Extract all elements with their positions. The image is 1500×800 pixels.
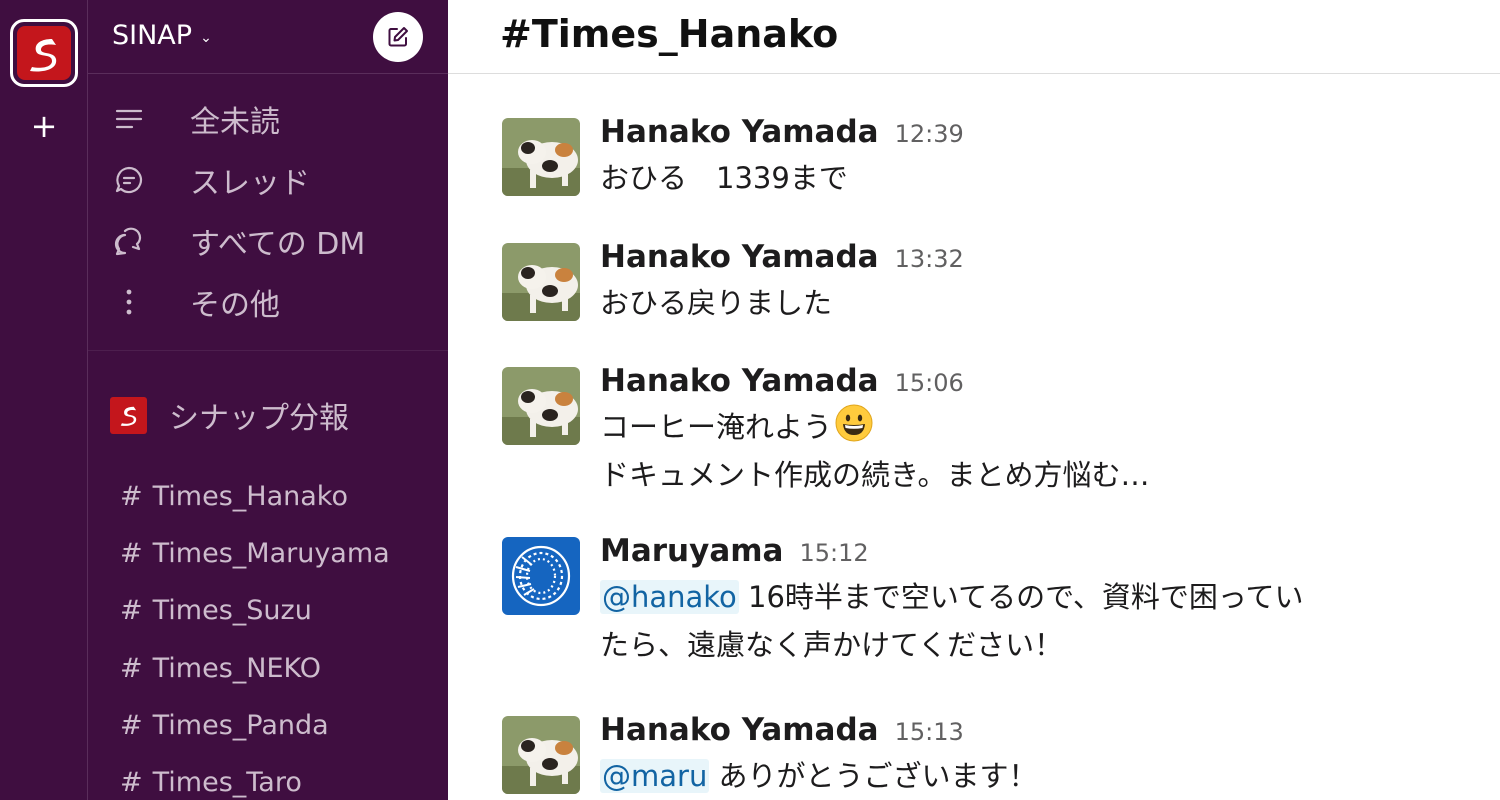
channel-name: Times_Hanako <box>152 481 348 513</box>
sidebar-header: SINAP ⌄ <box>88 0 448 74</box>
compose-icon <box>388 27 408 47</box>
channel-item[interactable]: # Times_NEKO <box>88 640 448 697</box>
message-body: Hanako Yamada 12:39 おひる 1339まで <box>600 114 1460 202</box>
message-body: Hanako Yamada 13:32 おひる戻りました <box>600 239 1460 327</box>
message-author[interactable]: Hanako Yamada <box>600 712 879 748</box>
message-author[interactable]: Hanako Yamada <box>600 363 879 399</box>
message-line: コーヒー淹れよう <box>600 410 833 444</box>
hash-icon: # <box>120 538 143 570</box>
message-text: コーヒー淹れよう <box>600 403 1460 451</box>
cat-photo-avatar[interactable] <box>502 716 580 794</box>
message-text: ドキュメント作成の続き。まとめ方悩む… <box>600 458 1150 492</box>
sidebar: SINAP ⌄ 全未読 スレッド すべての DM その他 シナップ分報 # Ti… <box>88 0 448 800</box>
message-timestamp[interactable]: 12:39 <box>895 120 964 148</box>
hash-icon: # <box>120 481 143 513</box>
workspace-switcher-button[interactable] <box>10 19 78 87</box>
message-text: おひる 1339まで <box>600 161 848 195</box>
chevron-down-icon: ⌄ <box>200 29 212 46</box>
message-line: 16時半まで空いてるので、資料で困ってい <box>748 580 1304 614</box>
message-author[interactable]: Hanako Yamada <box>600 239 879 275</box>
section-title: シナップ分報 <box>169 401 349 436</box>
message-body: Hanako Yamada 15:13 @maru ありがとうございます！ <box>600 712 1460 800</box>
message-text: @hanako 16時半まで空いてるので、資料で困ってい <box>600 573 1460 621</box>
section-header[interactable]: シナップ分報 <box>110 393 349 437</box>
message-line: ありがとうございます！ <box>718 759 1038 793</box>
message-body: Hanako Yamada 15:06 コーヒー淹れよう ドキュメント作成の続き。… <box>600 363 1460 499</box>
compose-button[interactable] <box>373 12 423 62</box>
nav-label: すべての DM <box>190 226 366 262</box>
message-text: @maru ありがとうございます！ <box>600 752 1460 800</box>
channel-name: Times_Suzu <box>152 595 312 627</box>
workspace-rail: + <box>0 0 88 800</box>
message-body: Maruyama 15:12 @hanako 16時半まで空いてるので、資料で困っ… <box>600 533 1460 669</box>
message-author[interactable]: Hanako Yamada <box>600 114 879 150</box>
hash-icon: # <box>120 652 143 684</box>
sidebar-divider <box>88 350 448 351</box>
channel-list: # Times_Hanako # Times_Maruyama # Times_Suz… <box>88 468 448 800</box>
nav-label: スレッド <box>190 165 310 201</box>
add-workspace-button[interactable]: + <box>24 104 64 148</box>
nav-more[interactable]: その他 <box>88 271 448 332</box>
nav-threads[interactable]: スレッド <box>88 149 448 210</box>
nav-all-dms[interactable]: すべての DM <box>88 210 448 271</box>
user-mention[interactable]: @maru <box>600 759 710 793</box>
channel-name: Times_Taro <box>152 767 302 799</box>
hash-icon: # <box>120 709 143 741</box>
channel-item[interactable]: # Times_Suzu <box>88 582 448 639</box>
workspace-name: SINAP <box>112 20 193 51</box>
channel-name: Times_Maruyama <box>152 538 390 570</box>
thread-icon <box>112 163 146 197</box>
channel-header: #Times_Hanako <box>448 0 1500 74</box>
channel-item[interactable]: # Times_Taro <box>88 754 448 800</box>
dm-icon <box>112 224 146 258</box>
blue-spiral-avatar[interactable] <box>502 537 580 615</box>
more-vertical-icon <box>112 285 146 319</box>
channel-item[interactable]: # Times_Maruyama <box>88 525 448 582</box>
cat-photo-avatar[interactable] <box>502 243 580 321</box>
nav-label: その他 <box>190 287 280 323</box>
message-timestamp[interactable]: 15:06 <box>895 369 964 397</box>
channel-name: Times_Panda <box>152 709 329 741</box>
workspace-menu-button[interactable]: SINAP ⌄ <box>112 20 212 51</box>
channel-item[interactable]: # Times_Panda <box>88 697 448 754</box>
nav-label: 全未読 <box>190 104 280 140</box>
sinap-logo-icon <box>17 26 71 80</box>
message-author[interactable]: Maruyama <box>600 533 783 569</box>
message-pane: #Times_Hanako Hanako Yamada 12:39 おひる 133… <box>448 0 1500 800</box>
sidebar-nav: 全未読 スレッド すべての DM その他 <box>88 88 448 332</box>
hash-icon: # <box>120 767 143 799</box>
nav-all-unreads[interactable]: 全未読 <box>88 88 448 149</box>
message-timestamp[interactable]: 15:12 <box>799 539 868 567</box>
message-timestamp[interactable]: 13:32 <box>895 245 964 273</box>
channel-title[interactable]: #Times_Hanako <box>500 12 838 56</box>
cat-photo-avatar[interactable] <box>502 367 580 445</box>
list-icon <box>112 102 146 136</box>
hash-icon: # <box>120 595 143 627</box>
sinap-logo-icon <box>110 396 147 434</box>
channel-name: Times_NEKO <box>152 652 322 684</box>
message-timestamp[interactable]: 15:13 <box>895 718 964 746</box>
grinning-face-icon <box>834 403 874 443</box>
cat-photo-avatar[interactable] <box>502 118 580 196</box>
channel-item[interactable]: # Times_Hanako <box>88 468 448 525</box>
message-text: たら、遠慮なく声かけてください！ <box>600 628 1064 662</box>
message-text: おひる戻りました <box>600 286 833 320</box>
user-mention[interactable]: @hanako <box>600 580 739 614</box>
